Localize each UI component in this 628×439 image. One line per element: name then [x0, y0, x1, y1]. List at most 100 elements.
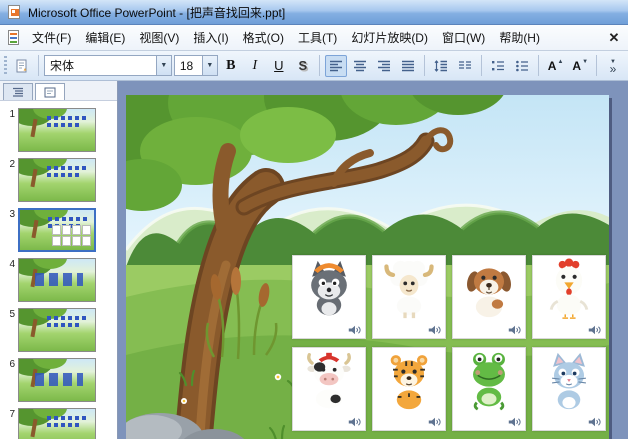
- numbered-list-icon: [491, 60, 504, 70]
- menu-item-file[interactable]: 文件(F): [25, 25, 78, 50]
- align-justify-icon: [401, 60, 414, 71]
- slide-thumbnail-5[interactable]: [18, 308, 96, 352]
- thumbnail-list: 1 2 3 4 5 6 7: [0, 101, 117, 439]
- outline-tab-icon: [13, 87, 23, 97]
- text-shadow-button[interactable]: S: [292, 55, 314, 77]
- menu-item-insert[interactable]: 插入(I): [186, 25, 235, 50]
- thumbnail-preview: [19, 409, 95, 439]
- underline-button[interactable]: U: [268, 55, 290, 77]
- italic-button[interactable]: I: [244, 55, 266, 77]
- slide-canvas[interactable]: [126, 95, 609, 439]
- menu-item-view[interactable]: 视图(V): [132, 25, 186, 50]
- thumbnail-row: 6: [2, 358, 113, 402]
- dog-card[interactable]: [452, 255, 526, 339]
- thumbnail-preview: [19, 359, 95, 401]
- rooster-card[interactable]: [532, 255, 606, 339]
- decrease-font-label: A: [572, 58, 582, 73]
- speaker-icon[interactable]: [508, 416, 522, 428]
- font-size-select[interactable]: 18 ▼: [173, 55, 218, 76]
- slides-tab[interactable]: [35, 83, 65, 100]
- panel-tabs: [0, 81, 117, 101]
- slide-thumbnail-7[interactable]: [18, 408, 96, 439]
- slide-thumbnail-1[interactable]: [18, 108, 96, 152]
- tiger-icon: [390, 355, 428, 410]
- sheep-icon: [384, 260, 434, 319]
- window-title: Microsoft Office PowerPoint - [把声音找回来.pp…: [28, 5, 286, 20]
- thumbnail-row: 4: [2, 258, 113, 302]
- outline-tab[interactable]: [3, 83, 33, 100]
- align-right-button[interactable]: [373, 55, 395, 77]
- menu-item-format[interactable]: 格式(O): [236, 25, 291, 50]
- speaker-icon[interactable]: [428, 324, 442, 336]
- thumbnail-row: 7: [2, 408, 113, 439]
- toolbar-options-chevron-icon: »: [609, 61, 617, 76]
- slides-tab-icon: [44, 87, 56, 97]
- tiger-card[interactable]: [372, 347, 446, 431]
- increase-font-arrow-icon: ▲: [557, 58, 564, 65]
- thumbnail-row: 5: [2, 308, 113, 352]
- align-left-button[interactable]: [324, 54, 347, 77]
- align-justify-button[interactable]: [397, 55, 419, 77]
- formatting-toolbar: 宋体 ▼ 18 ▼ B I U S A ▲ A ▼ ▼ »: [0, 51, 628, 81]
- rooster-icon: [549, 258, 589, 319]
- toolbar-grip[interactable]: [4, 55, 7, 76]
- close-icon[interactable]: ✕: [604, 29, 624, 47]
- slide-number: 6: [9, 359, 15, 370]
- decrease-font-arrow-icon: ▼: [582, 58, 589, 65]
- menu-item-slideshow[interactable]: 幻灯片放映(D): [344, 25, 435, 50]
- speaker-icon[interactable]: [428, 416, 442, 428]
- wolf-card[interactable]: [292, 255, 366, 339]
- decrease-font-button[interactable]: A ▼: [568, 55, 591, 77]
- slide-thumbnail-6[interactable]: [18, 358, 96, 402]
- speaker-icon[interactable]: [588, 324, 602, 336]
- bullet-list-button[interactable]: [511, 55, 533, 77]
- powerpoint-window: Microsoft Office PowerPoint - [把声音找回来.pp…: [0, 0, 628, 439]
- increase-font-button[interactable]: A ▲: [544, 55, 567, 77]
- thumbnail-row: 2: [2, 158, 113, 202]
- menu-bar: 文件(F) 编辑(E) 视图(V) 插入(I) 格式(O) 工具(T) 幻灯片放映(D) 窗口…: [0, 25, 628, 51]
- columns-button[interactable]: [454, 55, 476, 77]
- animal-card-grid: [292, 255, 606, 431]
- slide-thumbnail-3[interactable]: [18, 208, 96, 252]
- wolf-icon: [311, 260, 347, 316]
- cat-icon: [552, 352, 586, 410]
- cat-card[interactable]: [532, 347, 606, 431]
- numbered-list-button[interactable]: [487, 55, 509, 77]
- font-name-value: 宋体: [50, 59, 75, 73]
- sheep-card[interactable]: [372, 255, 446, 339]
- align-center-button[interactable]: [349, 55, 371, 77]
- frog-icon: [473, 352, 505, 411]
- thumbnail-preview: [20, 210, 94, 250]
- font-name-select[interactable]: 宋体 ▼: [44, 55, 172, 76]
- toolbar-options-button[interactable]: ▼ »: [602, 55, 624, 77]
- workspace: 1 2 3 4 5 6 7: [0, 81, 628, 439]
- frog-card[interactable]: [452, 347, 526, 431]
- slide-thumbnail-4[interactable]: [18, 258, 96, 302]
- cow-card[interactable]: [292, 347, 366, 431]
- dog-icon: [467, 268, 511, 318]
- speaker-icon[interactable]: [348, 416, 362, 428]
- slide-number: 2: [9, 159, 15, 170]
- speaker-icon[interactable]: [588, 416, 602, 428]
- columns-icon: [458, 60, 471, 69]
- size-dropdown-icon[interactable]: ▼: [201, 56, 217, 75]
- slide-editor: [118, 81, 628, 439]
- new-slide-button[interactable]: [11, 55, 33, 77]
- font-size-value: 18: [179, 58, 194, 73]
- menu-item-tools[interactable]: 工具(T): [291, 25, 344, 50]
- line-spacing-button[interactable]: [430, 55, 452, 77]
- slide-thumbnail-2[interactable]: [18, 158, 96, 202]
- slide-number: 3: [9, 209, 15, 220]
- line-spacing-icon: [434, 59, 447, 72]
- speaker-icon[interactable]: [508, 324, 522, 336]
- speaker-icon[interactable]: [348, 324, 362, 336]
- cow-icon: [307, 352, 351, 409]
- bold-button[interactable]: B: [220, 55, 242, 77]
- font-dropdown-icon[interactable]: ▼: [155, 56, 171, 75]
- slide-number: 1: [9, 109, 15, 120]
- title-bar[interactable]: Microsoft Office PowerPoint - [把声音找回来.pp…: [0, 0, 628, 25]
- menu-item-edit[interactable]: 编辑(E): [78, 25, 132, 50]
- menu-item-window[interactable]: 窗口(W): [435, 25, 492, 50]
- menu-item-help[interactable]: 帮助(H): [492, 25, 547, 50]
- thumbnail-row: 3: [2, 208, 113, 252]
